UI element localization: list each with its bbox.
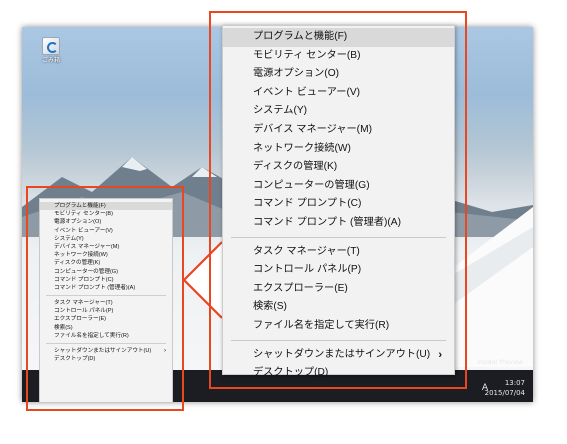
menu-item-system[interactable]: システム(Y) — [223, 102, 454, 121]
menu-item-explorer[interactable]: エクスプローラー(E) — [223, 280, 454, 299]
menu-item-event-viewer[interactable]: イベント ビューアー(V) — [223, 84, 454, 103]
menu-item-network-connections[interactable]: ネットワーク接続(W) — [223, 140, 454, 159]
menu-item-shutdown-signout[interactable]: シャットダウンまたはサインアウト(U) › — [223, 346, 454, 365]
menu-item-disk-management[interactable]: ディスクの管理(K) — [223, 158, 454, 177]
winx-menu-zoomed: プログラムと機能(F) モビリティ センター(B) 電源オプション(O) イベン… — [222, 25, 455, 378]
menu-separator — [231, 236, 446, 238]
menu-item-computer-management[interactable]: コンピューターの管理(G) — [223, 177, 454, 196]
menu-item-mobility-center[interactable]: モビリティ センター(B) — [223, 47, 454, 66]
chevron-right-icon: › — [438, 348, 442, 361]
menu-item-task-manager[interactable]: タスク マネージャー(T) — [223, 243, 454, 262]
menu-item-search[interactable]: 検索(S) — [223, 298, 454, 317]
menu-item-control-panel[interactable]: コントロール パネル(P) — [223, 261, 454, 280]
menu-item-shutdown-label: シャットダウンまたはサインアウト(U) — [253, 348, 431, 360]
menu-item-device-manager[interactable]: デバイス マネージャー(M) — [223, 121, 454, 140]
menu-item-command-prompt-admin[interactable]: コマンド プロンプト (管理者)(A) — [223, 214, 454, 233]
menu-item-programs-features[interactable]: プログラムと機能(F) — [223, 28, 454, 47]
menu-item-power-options[interactable]: 電源オプション(O) — [223, 65, 454, 84]
menu-separator — [231, 339, 446, 341]
menu-item-command-prompt[interactable]: コマンド プロンプト(C) — [223, 195, 454, 214]
menu-item-run[interactable]: ファイル名を指定して実行(R) — [223, 317, 454, 336]
menu-item-desktop[interactable]: デスクトップ(D) — [223, 364, 454, 383]
